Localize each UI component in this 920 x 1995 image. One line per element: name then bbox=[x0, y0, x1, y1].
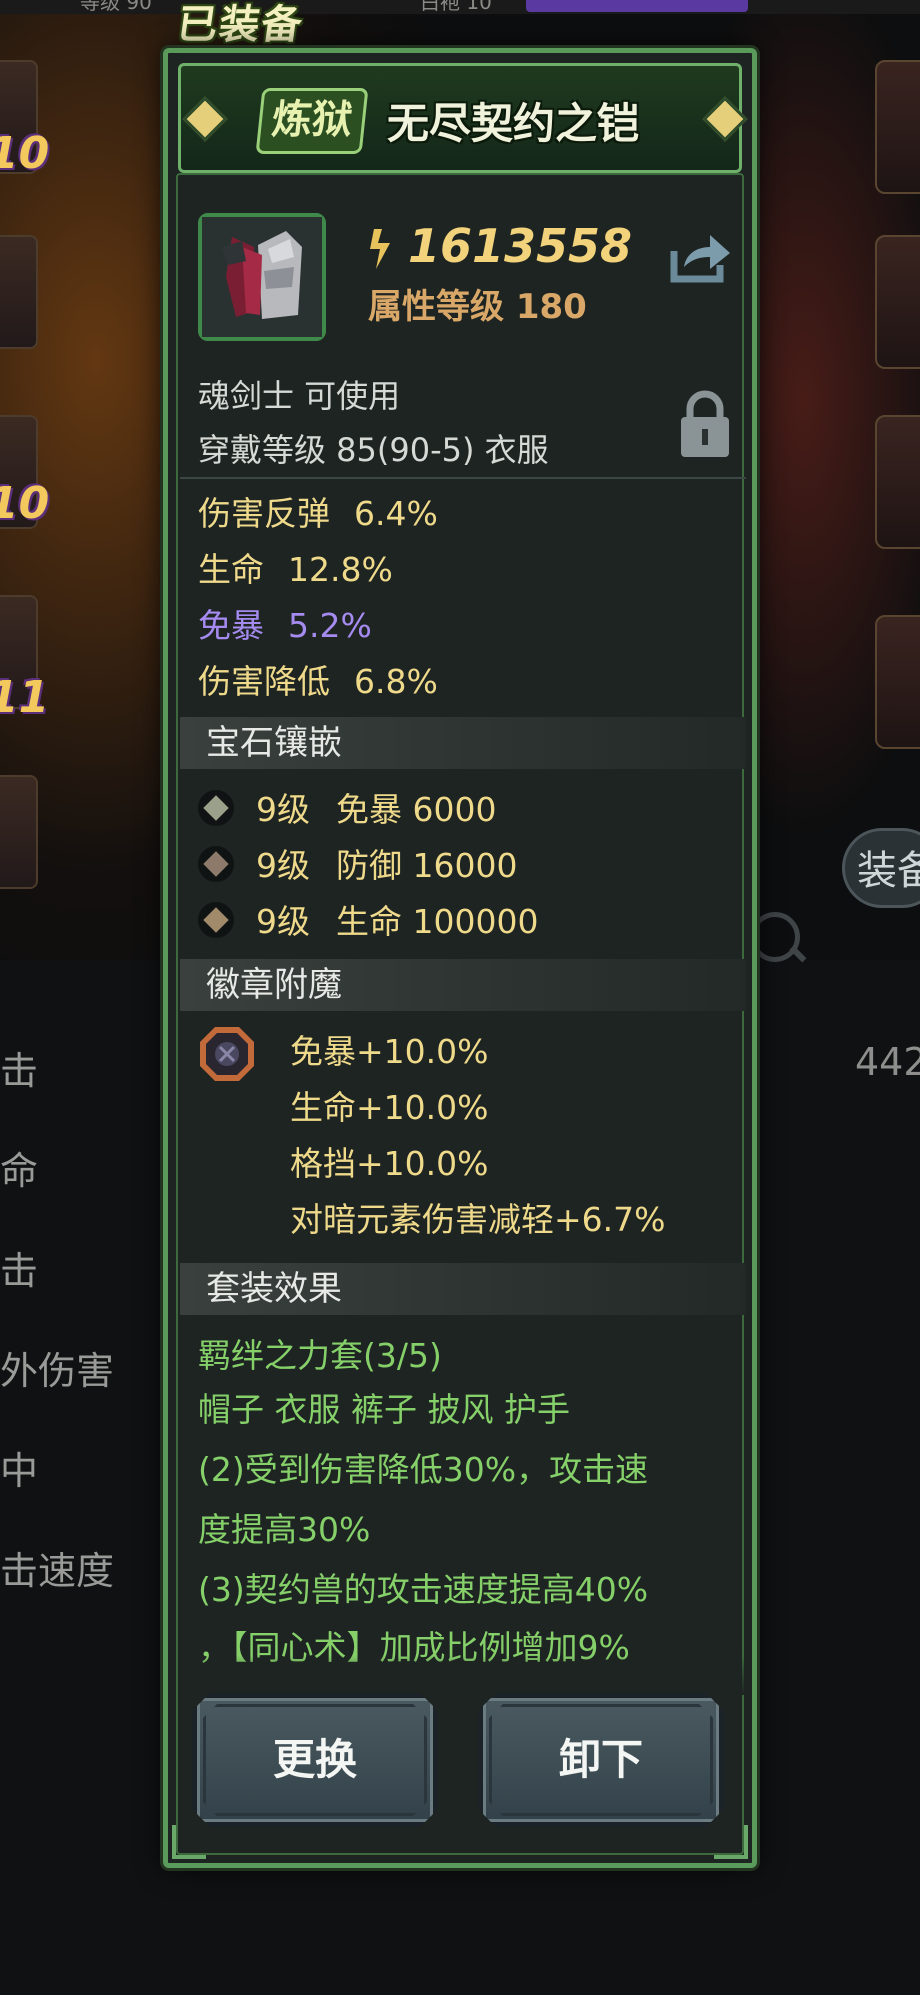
gem-level: 9级 bbox=[256, 846, 310, 885]
divider bbox=[180, 477, 746, 479]
side-slot-5[interactable] bbox=[0, 775, 38, 889]
gem-section-header: 宝石镶嵌 bbox=[180, 717, 746, 769]
item-name: 无尽契约之铠 bbox=[387, 99, 640, 148]
enchantment-line: 免暴+10.0% bbox=[290, 1032, 489, 1071]
attribute-level: 属性等级 180 bbox=[368, 287, 587, 327]
corner-ornament bbox=[172, 1825, 206, 1859]
gem-level: 9级 bbox=[256, 902, 310, 941]
unequip-button[interactable]: 卸下 bbox=[478, 1693, 724, 1827]
attribute-value: 6.4% bbox=[354, 494, 438, 533]
unequip-button-label: 卸下 bbox=[558, 1735, 643, 1784]
robe-text: 白袍 10 bbox=[420, 0, 492, 14]
stat-label: 外伤害 bbox=[0, 1349, 115, 1393]
right-slot-2[interactable] bbox=[875, 235, 920, 369]
attribute-name: 生命 bbox=[198, 550, 264, 589]
set-effect-line: (3)契约兽的攻击速度提高40% bbox=[198, 1570, 649, 1609]
attribute-value: 6.8% bbox=[354, 662, 438, 701]
set-name: 羁绊之力套(3/5) bbox=[198, 1336, 442, 1375]
side-slot-number: 11 bbox=[0, 672, 50, 723]
gem-row: 9级 免暴 6000 bbox=[198, 783, 496, 831]
side-slot-number: 10 bbox=[0, 128, 50, 179]
wear-requirement: 穿戴等级 85(90-5) 衣服 bbox=[198, 431, 549, 469]
title-bar: 炼狱 无尽契约之铠 bbox=[178, 63, 748, 173]
replace-button[interactable]: 更换 bbox=[192, 1693, 438, 1827]
enchantment-line: 对暗元素伤害减轻+6.7% bbox=[290, 1200, 666, 1239]
corner-ornament bbox=[714, 1825, 748, 1859]
badge-section-header: 徽章附魔 bbox=[180, 959, 746, 1011]
attribute-line: 伤害反弹 6.4% bbox=[198, 487, 438, 535]
attribute-line: 免暴 5.2% bbox=[198, 599, 372, 647]
gem-icon bbox=[198, 789, 234, 826]
attribute-line: 生命 12.8% bbox=[198, 543, 393, 591]
attribute-value: 12.8% bbox=[288, 550, 393, 589]
right-slot-4[interactable] bbox=[875, 615, 920, 749]
purple-bar bbox=[526, 0, 748, 12]
gem-stat: 防御 16000 bbox=[336, 846, 518, 885]
set-effect-line: (2)受到伤害降低30%，攻击速 bbox=[198, 1450, 649, 1489]
set-section-header: 套装效果 bbox=[180, 1263, 746, 1315]
class-requirement: 魂剑士 可使用 bbox=[198, 377, 401, 415]
side-slot-2[interactable] bbox=[0, 235, 38, 349]
attribute-line: 伤害降低 6.8% bbox=[198, 655, 438, 703]
attribute-name: 伤害反弹 bbox=[198, 494, 330, 533]
enchantment-line: 生命+10.0% bbox=[290, 1088, 489, 1127]
level-text: 等级 90 bbox=[80, 0, 152, 14]
gem-row: 9级 防御 16000 bbox=[198, 839, 517, 887]
gem-icon bbox=[198, 901, 234, 938]
equipped-badge: 已装备 bbox=[174, 2, 307, 48]
armor-item-icon bbox=[198, 213, 326, 341]
stat-label: 命 bbox=[0, 1149, 39, 1193]
right-slot-3[interactable] bbox=[875, 415, 920, 549]
equip-button[interactable]: 装备 bbox=[842, 828, 920, 908]
scroll-fade bbox=[180, 1655, 746, 1695]
stat-label: 击 bbox=[0, 1049, 39, 1093]
stat-label: 击 bbox=[0, 1249, 39, 1293]
stat-label: 中 bbox=[0, 1449, 39, 1493]
lock-icon[interactable] bbox=[678, 389, 732, 459]
attribute-name: 免暴 bbox=[198, 606, 264, 645]
set-parts: 帽子 衣服 裤子 披风 护手 bbox=[198, 1390, 570, 1429]
share-icon[interactable] bbox=[668, 229, 732, 285]
set-effect-line: 度提高30% bbox=[198, 1510, 371, 1549]
attribute-value: 5.2% bbox=[288, 606, 372, 645]
enchantment-line: 格挡+10.0% bbox=[290, 1144, 489, 1183]
quality-tag: 炼狱 bbox=[255, 88, 369, 154]
gem-icon bbox=[198, 845, 234, 882]
diamond-ornament-icon bbox=[182, 96, 228, 142]
gem-row: 9级 生命 100000 bbox=[198, 895, 538, 943]
gem-level: 9级 bbox=[256, 790, 310, 829]
replace-button-label: 更换 bbox=[272, 1735, 357, 1784]
stat-value: 442 bbox=[855, 1040, 920, 1084]
attribute-name: 伤害降低 bbox=[198, 662, 330, 701]
stat-label: 击速度 bbox=[0, 1549, 115, 1593]
item-detail-panel: 炼狱 无尽契约之铠 1613558 属性等级 180 魂剑士 可使用 穿戴等级 … bbox=[163, 48, 757, 1868]
power-icon bbox=[370, 229, 390, 269]
badge-icon bbox=[200, 1027, 254, 1081]
right-slot-1[interactable] bbox=[875, 60, 920, 194]
side-slot-number: 10 bbox=[0, 478, 50, 529]
power-value: 1613558 bbox=[408, 219, 633, 273]
search-icon[interactable] bbox=[750, 912, 800, 962]
diamond-ornament-icon bbox=[702, 96, 748, 142]
gem-stat: 免暴 6000 bbox=[336, 790, 497, 829]
gem-stat: 生命 100000 bbox=[336, 902, 539, 941]
